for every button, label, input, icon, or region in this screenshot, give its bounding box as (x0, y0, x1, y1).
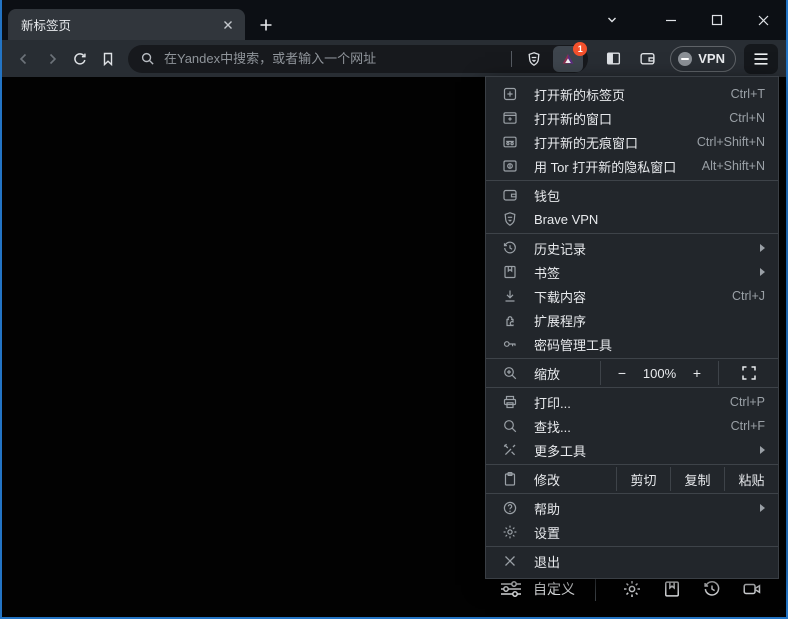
extension-badge: 1 (573, 42, 587, 56)
bookmarks-icon (502, 264, 518, 280)
history-clock-icon[interactable] (692, 575, 732, 603)
settings-gear-icon[interactable] (612, 575, 652, 603)
menu-item-password-manager[interactable]: 密码管理工具 (486, 332, 778, 356)
menu-item-new-incognito-window[interactable]: 打开新的无痕窗口 Ctrl+Shift+N (486, 130, 778, 154)
extension-button[interactable]: 1 (553, 46, 583, 72)
fullscreen-icon (742, 366, 756, 380)
customize-label: 自定义 (533, 579, 575, 599)
more-tools-icon (502, 442, 518, 458)
menu-separator (486, 387, 778, 388)
video-camera-icon[interactable] (732, 575, 772, 603)
menu-item-brave-vpn[interactable]: Brave VPN (486, 207, 778, 231)
tab-title: 新标签页 (21, 15, 219, 34)
hamburger-menu-button[interactable] (744, 44, 778, 74)
menu-item-wallet[interactable]: 钱包 (486, 183, 778, 207)
extensions-icon (502, 312, 518, 328)
brave-shields-icon[interactable] (521, 46, 547, 72)
submenu-arrow-icon (760, 504, 765, 512)
vpn-label: VPN (698, 51, 725, 66)
omnibox-divider (511, 51, 512, 67)
copy-button[interactable]: 复制 (670, 467, 724, 491)
reload-button[interactable] (66, 45, 94, 73)
tab-new-tab-page[interactable]: 新标签页 (8, 9, 245, 40)
vpn-button[interactable]: VPN (670, 46, 736, 72)
titlebar: 新标签页 (2, 0, 786, 40)
close-window-button[interactable] (740, 0, 786, 40)
zoom-out-button[interactable]: − (615, 365, 629, 381)
shield-icon (502, 211, 518, 227)
new-tab-bottom-bar: 自定义 (500, 575, 772, 603)
menu-separator (486, 464, 778, 465)
menu-item-exit[interactable]: 退出 (486, 549, 778, 573)
bookmark-icon[interactable] (94, 45, 122, 73)
menu-item-history[interactable]: 历史记录 (486, 236, 778, 260)
gear-icon (502, 524, 518, 540)
sliders-icon (500, 580, 522, 598)
browser-window: 新标签页 (0, 0, 788, 619)
wallet-icon (502, 187, 518, 203)
search-icon (140, 51, 155, 66)
paste-button[interactable]: 粘贴 (724, 467, 778, 491)
menu-item-new-window[interactable]: 打开新的窗口 Ctrl+N (486, 106, 778, 130)
menu-item-help[interactable]: 帮助 (486, 496, 778, 520)
print-icon (502, 394, 518, 410)
menu-separator (486, 180, 778, 181)
wallet-icon[interactable] (632, 45, 662, 73)
back-button[interactable] (10, 45, 38, 73)
menu-separator (486, 358, 778, 359)
address-bar[interactable]: 1 (128, 45, 588, 73)
new-tab-icon (502, 86, 518, 102)
menu-item-bookmarks[interactable]: 书签 (486, 260, 778, 284)
menu-item-more-tools[interactable]: 更多工具 (486, 438, 778, 462)
window-controls (590, 0, 786, 40)
menu-item-extensions[interactable]: 扩展程序 (486, 308, 778, 332)
history-icon (502, 240, 518, 256)
address-input[interactable] (164, 51, 507, 66)
incognito-window-icon (502, 134, 518, 150)
help-icon (502, 500, 518, 516)
menu-separator (486, 233, 778, 234)
menu-separator (486, 546, 778, 547)
zoom-in-button[interactable]: + (690, 365, 704, 381)
vpn-status-icon (678, 52, 692, 66)
new-tab-button[interactable] (253, 12, 279, 38)
cut-button[interactable]: 剪切 (616, 467, 670, 491)
submenu-arrow-icon (760, 446, 765, 454)
download-icon (502, 288, 518, 304)
app-menu: 打开新的标签页 Ctrl+T 打开新的窗口 Ctrl+N 打开新的无痕窗口 Ct… (485, 76, 779, 579)
menu-item-downloads[interactable]: 下载内容 Ctrl+J (486, 284, 778, 308)
tab-close-icon[interactable] (219, 16, 237, 34)
close-icon (502, 553, 518, 569)
menu-item-edit: 修改 剪切 复制 粘贴 (486, 467, 778, 491)
zoom-icon (502, 365, 518, 381)
new-window-icon (502, 110, 518, 126)
fullscreen-button[interactable] (718, 361, 778, 385)
key-icon (502, 336, 518, 352)
bookmarks-book-icon[interactable] (652, 575, 692, 603)
zoom-level: 100% (643, 366, 676, 381)
menu-item-new-tor-window[interactable]: 用 Tor 打开新的隐私窗口 Alt+Shift+N (486, 154, 778, 178)
menu-item-find[interactable]: 查找... Ctrl+F (486, 414, 778, 438)
submenu-arrow-icon (760, 244, 765, 252)
menu-item-print[interactable]: 打印... Ctrl+P (486, 390, 778, 414)
minimize-button[interactable] (648, 0, 694, 40)
bottom-bar-divider (595, 577, 596, 601)
sidebar-toggle-icon[interactable] (598, 45, 628, 73)
menu-item-settings[interactable]: 设置 (486, 520, 778, 544)
find-icon (502, 418, 518, 434)
menu-item-new-tab[interactable]: 打开新的标签页 Ctrl+T (486, 82, 778, 106)
menu-item-zoom: 缩放 − 100% + (486, 361, 778, 385)
tor-window-icon (502, 158, 518, 174)
toolbar: 1 VPN (2, 40, 786, 77)
maximize-button[interactable] (694, 0, 740, 40)
clipboard-icon (502, 471, 518, 487)
tab-search-chevron-icon[interactable] (590, 0, 634, 40)
submenu-arrow-icon (760, 268, 765, 276)
customize-button[interactable]: 自定义 (500, 579, 575, 599)
forward-button[interactable] (38, 45, 66, 73)
menu-separator (486, 493, 778, 494)
